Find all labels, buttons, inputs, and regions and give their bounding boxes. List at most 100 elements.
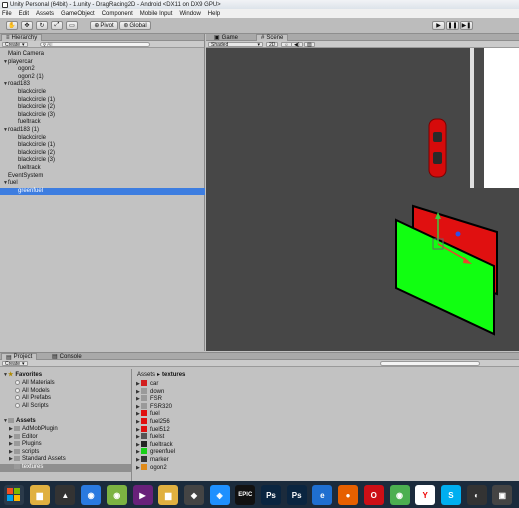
- hierarchy-item[interactable]: blackcircle: [0, 89, 205, 97]
- audio-toggle-button[interactable]: ◀): [291, 42, 303, 48]
- hierarchy-item[interactable]: ▼road183: [0, 81, 205, 89]
- menu-component[interactable]: Component: [102, 11, 133, 17]
- scale-tool-button[interactable]: ⤢: [51, 21, 63, 30]
- asset-file-item[interactable]: ▶ greenfuel: [136, 448, 175, 456]
- asset-file-item[interactable]: ▶ down: [136, 387, 164, 396]
- epic-icon[interactable]: EPIC: [235, 485, 256, 505]
- asset-file-item[interactable]: ▶ fuel256: [136, 418, 170, 426]
- hand-tool-button[interactable]: ✋: [6, 21, 18, 30]
- hierarchy-item[interactable]: greenfuel: [0, 187, 205, 196]
- ie-like-icon[interactable]: ◉: [81, 485, 102, 505]
- photoshop-icon[interactable]: Ps: [261, 485, 281, 505]
- menu-mobile-input[interactable]: Mobile Input: [140, 11, 173, 17]
- hierarchy-item[interactable]: Main Camera: [0, 51, 205, 59]
- hierarchy-item[interactable]: ogon2: [0, 66, 205, 74]
- asset-file-item[interactable]: ▶ fuelst: [136, 433, 164, 441]
- hierarchy-item[interactable]: ▼playercar: [0, 59, 205, 67]
- hierarchy-item[interactable]: EventSystem: [0, 173, 205, 181]
- scene-view[interactable]: [206, 48, 519, 351]
- asset-file-item[interactable]: ▶ FSR320: [136, 402, 172, 411]
- folder-icon[interactable]: ▆: [29, 485, 50, 505]
- hierarchy-item[interactable]: blackcircle: [0, 135, 205, 143]
- tab-console[interactable]: ▤ Console: [48, 353, 86, 361]
- hierarchy-item[interactable]: blackcircle (2): [0, 150, 205, 158]
- effects-toggle-button[interactable]: ▨: [304, 42, 315, 48]
- visual-studio-icon[interactable]: ▶: [132, 485, 153, 505]
- global-toggle-button[interactable]: ⊛ Global: [119, 21, 151, 30]
- yandex-icon[interactable]: Y: [415, 485, 436, 505]
- asset-file-item[interactable]: ▶ ogon2: [136, 463, 167, 472]
- pause-button[interactable]: ❚❚: [446, 21, 459, 30]
- menu-gameobject[interactable]: GameObject: [61, 11, 95, 17]
- hierarchy-item[interactable]: ▼road183 (1): [0, 127, 205, 135]
- pivot-toggle-button[interactable]: ⊕ Pivot: [90, 21, 118, 30]
- tab-hierarchy[interactable]: ≡ Hierarchy: [1, 34, 43, 41]
- unity-icon[interactable]: ◆: [183, 485, 204, 505]
- menu-window[interactable]: Window: [179, 11, 200, 17]
- hierarchy-item[interactable]: ▼fuel: [0, 180, 205, 188]
- breadcrumb-current[interactable]: textures: [162, 372, 185, 378]
- asset-file-item[interactable]: ▶ fuel512: [136, 425, 170, 434]
- hierarchy-item[interactable]: fueltrack: [0, 119, 205, 127]
- hierarchy-search-field[interactable]: ⚲ All: [40, 42, 150, 48]
- menu-assets[interactable]: Assets: [36, 11, 54, 17]
- app2-icon[interactable]: ▣: [492, 485, 513, 505]
- tab-scene[interactable]: # Scene: [256, 34, 289, 41]
- menu-edit[interactable]: Edit: [19, 11, 29, 17]
- step-button[interactable]: ▶❚: [460, 21, 473, 30]
- favorites-header[interactable]: ▼★ Favorites: [3, 372, 42, 380]
- asset-file-item[interactable]: ▶ fuel: [136, 410, 160, 418]
- move-tool-button[interactable]: ✥: [21, 21, 33, 30]
- asset-file-item[interactable]: ▶ car: [136, 380, 158, 388]
- opera-icon[interactable]: O: [363, 485, 384, 505]
- shading-mode-dropdown[interactable]: Shaded ▾: [208, 42, 263, 48]
- assets-root[interactable]: ▼ Assets: [3, 418, 36, 426]
- folder-item[interactable]: ▶ Plugins: [0, 441, 131, 449]
- rotate-tool-button[interactable]: ↻: [36, 21, 48, 30]
- breadcrumb-root[interactable]: Assets: [137, 372, 155, 378]
- folder-item[interactable]: ▶ AdMobPlugin: [0, 426, 131, 434]
- web-icon[interactable]: ◈: [209, 485, 230, 505]
- folder-item[interactable]: ▶ Editor: [0, 433, 131, 442]
- firefox-icon[interactable]: ●: [338, 485, 359, 505]
- app-icon[interactable]: ▲: [55, 485, 76, 505]
- hierarchy-item[interactable]: ogon2 (1): [0, 74, 205, 82]
- hierarchy-item[interactable]: blackcircle (1): [0, 97, 205, 105]
- folder2-icon[interactable]: ▆: [158, 485, 179, 505]
- lighting-toggle-button[interactable]: ☼: [281, 42, 292, 48]
- tab-game[interactable]: ▣ Game: [210, 34, 242, 42]
- chrome-icon[interactable]: ◉: [389, 485, 410, 505]
- favorites-item[interactable]: All Prefabs: [15, 395, 51, 403]
- 2d-toggle-button[interactable]: 2D: [266, 42, 279, 48]
- media-icon[interactable]: ◐: [466, 485, 487, 505]
- hierarchy-item[interactable]: fueltrack: [0, 165, 205, 173]
- android-icon[interactable]: ◉: [106, 485, 127, 505]
- rect-tool-button[interactable]: ▭: [66, 21, 78, 30]
- skype-icon[interactable]: S: [440, 485, 461, 505]
- asset-file-item[interactable]: ▶ FSR: [136, 395, 162, 403]
- menu-help[interactable]: Help: [208, 11, 220, 17]
- tab-project[interactable]: ▤ Project: [1, 353, 38, 361]
- folder-item[interactable]: textures: [0, 464, 131, 472]
- hierarchy-item[interactable]: blackcircle (3): [0, 112, 205, 120]
- project-search-field[interactable]: [380, 361, 480, 366]
- favorites-item[interactable]: All Materials: [15, 380, 55, 388]
- start-icon[interactable]: [4, 485, 24, 505]
- menu-file[interactable]: File: [2, 11, 12, 17]
- scene-canvas[interactable]: [206, 48, 519, 351]
- hierarchy-create-dropdown[interactable]: Create ▾: [2, 42, 28, 48]
- hierarchy-item[interactable]: blackcircle (1): [0, 142, 205, 150]
- hierarchy-item[interactable]: blackcircle (3): [0, 157, 205, 165]
- asset-file-item[interactable]: ▶ marker: [136, 456, 169, 464]
- favorites-item[interactable]: All Models: [15, 387, 50, 396]
- project-create-dropdown[interactable]: Create ▾: [2, 361, 28, 367]
- internet-explorer-icon[interactable]: e: [312, 485, 333, 505]
- photoshop2-icon[interactable]: Ps: [286, 485, 307, 505]
- hierarchy-item[interactable]: blackcircle (2): [0, 104, 205, 112]
- play-button[interactable]: ▶: [432, 21, 445, 30]
- favorites-item[interactable]: All Scripts: [15, 402, 49, 411]
- playercar-sprite[interactable]: [428, 118, 447, 178]
- folder-item[interactable]: ▶ Standard Assets: [0, 456, 131, 464]
- folder-item[interactable]: ▶ scripts: [0, 448, 131, 457]
- asset-file-item[interactable]: ▶ fueltrack: [136, 440, 173, 449]
